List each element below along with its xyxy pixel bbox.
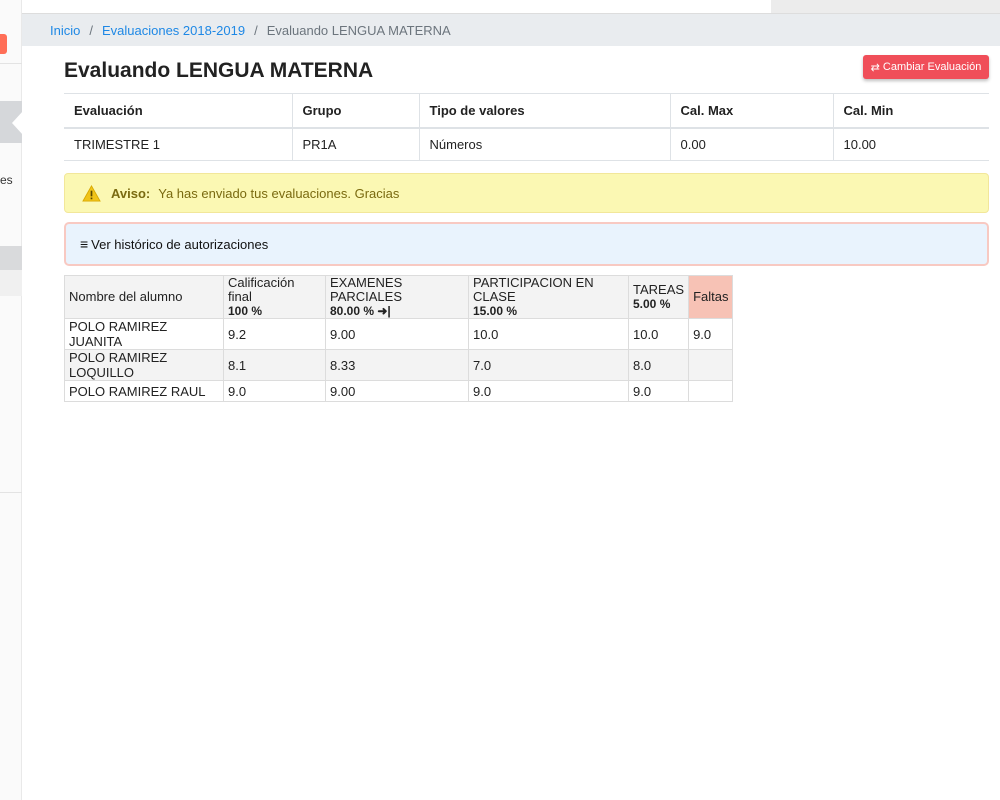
column-header-label: Faltas bbox=[693, 289, 729, 304]
breadcrumb-separator: / bbox=[89, 22, 93, 38]
swap-arrows-icon: ⇄ bbox=[870, 61, 880, 74]
column-header-homework: TAREAS 5.00 % bbox=[627, 275, 690, 319]
cell-class-participation: 10.0 bbox=[468, 318, 629, 350]
page-title: Evaluando LENGUA MATERNA bbox=[64, 59, 374, 82]
grades-header-row: Nombre del alumno Calificación final 100 … bbox=[64, 275, 734, 319]
cell-absences bbox=[688, 349, 734, 381]
warning-icon bbox=[82, 184, 101, 202]
cell-cal-min: 10.00 bbox=[832, 127, 989, 161]
cell-tipo-valores: Números bbox=[418, 127, 670, 161]
hamburger-icon: ≡ bbox=[80, 236, 89, 252]
sidebar-item-selected[interactable] bbox=[0, 246, 22, 270]
cell-partial-exams: 9.00 bbox=[325, 380, 469, 402]
header-cal-max: Cal. Max bbox=[669, 93, 833, 129]
cell-class-participation: 7.0 bbox=[468, 349, 629, 381]
header-evaluacion: Evaluación bbox=[64, 93, 292, 129]
info-table-row: TRIMESTRE 1 PR1A Números 0.00 10.00 bbox=[64, 127, 989, 161]
cell-partial-exams: 8.33 bbox=[325, 349, 469, 381]
authorization-history-toggle[interactable]: ≡ Ver histórico de autorizaciones bbox=[64, 222, 989, 266]
cell-evaluacion: TRIMESTRE 1 bbox=[64, 127, 292, 161]
breadcrumb-link-inicio[interactable]: Inicio bbox=[50, 23, 80, 38]
sidebar-collapse-arrow-icon[interactable] bbox=[12, 111, 23, 135]
sidebar-divider bbox=[0, 492, 22, 493]
table-row: POLO RAMIREZ LOQUILLO 8.1 8.33 7.0 8.0 bbox=[64, 349, 734, 381]
top-navbar-right bbox=[771, 0, 1000, 14]
info-table-header-row: Evaluación Grupo Tipo de valores Cal. Ma… bbox=[64, 93, 989, 129]
cell-class-participation: 9.0 bbox=[468, 380, 629, 402]
sidebar-item[interactable] bbox=[0, 270, 22, 296]
sidebar: es bbox=[0, 0, 23, 800]
sidebar-notification-badge bbox=[0, 34, 7, 54]
column-header-label: PARTICIPACION EN CLASE bbox=[473, 275, 594, 304]
column-header-label: TAREAS bbox=[633, 282, 685, 297]
breadcrumb: Inicio / Evaluaciones 2018-2019 / Evalua… bbox=[22, 14, 1000, 46]
cell-homework: 10.0 bbox=[627, 318, 690, 350]
cell-final-grade: 8.1 bbox=[223, 349, 326, 381]
cell-homework: 9.0 bbox=[627, 380, 690, 402]
warning-message: Ya has enviado tus evaluaciones. Gracias bbox=[158, 185, 400, 201]
column-header-absences: Faltas bbox=[688, 275, 734, 319]
column-header-student: Nombre del alumno bbox=[64, 275, 224, 319]
column-header-weight: 100 % bbox=[228, 304, 263, 318]
cell-final-grade: 9.0 bbox=[223, 380, 326, 402]
grades-table: Nombre del alumno Calificación final 100 … bbox=[64, 275, 734, 402]
column-header-label: Nombre del alumno bbox=[69, 289, 183, 304]
cell-student-name: POLO RAMIREZ RAUL bbox=[64, 380, 224, 402]
cell-cal-max: 0.00 bbox=[669, 127, 833, 161]
change-evaluation-label: Cambiar Evaluación bbox=[882, 61, 982, 73]
column-header-weight: 15.00 % bbox=[473, 304, 518, 318]
table-row: POLO RAMIREZ JUANITA 9.2 9.00 10.0 10.0 … bbox=[64, 318, 734, 350]
cell-partial-exams: 9.00 bbox=[325, 318, 469, 350]
header-cal-min: Cal. Min bbox=[832, 93, 989, 129]
breadcrumb-link-evaluaciones[interactable]: Evaluaciones 2018-2019 bbox=[102, 23, 245, 38]
cell-student-name: POLO RAMIREZ JUANITA bbox=[64, 318, 224, 350]
column-header-label: EXAMENES PARCIALES bbox=[330, 275, 403, 304]
evaluation-info-table: Evaluación Grupo Tipo de valores Cal. Ma… bbox=[64, 93, 989, 161]
warning-label: Aviso: bbox=[111, 185, 151, 201]
cell-absences bbox=[688, 380, 734, 402]
table-row: POLO RAMIREZ RAUL 9.0 9.00 9.0 9.0 bbox=[64, 380, 734, 402]
authorization-history-label: Ver histórico de autorizaciones bbox=[91, 236, 269, 252]
sidebar-divider bbox=[0, 63, 22, 64]
header-grupo: Grupo bbox=[291, 93, 419, 129]
column-header-label: Calificación final bbox=[228, 275, 295, 304]
cell-homework: 8.0 bbox=[627, 349, 690, 381]
column-header-weight: 80.00 % ➜| bbox=[330, 304, 391, 318]
sidebar-item-label[interactable]: es bbox=[0, 173, 13, 187]
change-evaluation-button[interactable]: ⇄ Cambiar Evaluación bbox=[863, 55, 989, 79]
breadcrumb-separator: / bbox=[254, 22, 258, 38]
warning-alert: Aviso: Ya has enviado tus evaluaciones. … bbox=[64, 173, 989, 213]
cell-absences: 9.0 bbox=[688, 318, 734, 350]
header-tipo-valores: Tipo de valores bbox=[418, 93, 670, 129]
column-header-final-grade: Calificación final 100 % bbox=[223, 275, 326, 319]
column-header-weight: 5.00 % bbox=[633, 297, 671, 311]
cell-student-name: POLO RAMIREZ LOQUILLO bbox=[64, 349, 224, 381]
column-header-partial-exams[interactable]: EXAMENES PARCIALES 80.00 % ➜| bbox=[325, 275, 469, 319]
column-header-class-participation: PARTICIPACION EN CLASE 15.00 % bbox=[468, 275, 629, 319]
cell-grupo: PR1A bbox=[291, 127, 419, 161]
breadcrumb-current: Evaluando LENGUA MATERNA bbox=[266, 22, 451, 38]
cell-final-grade: 9.2 bbox=[223, 318, 326, 350]
